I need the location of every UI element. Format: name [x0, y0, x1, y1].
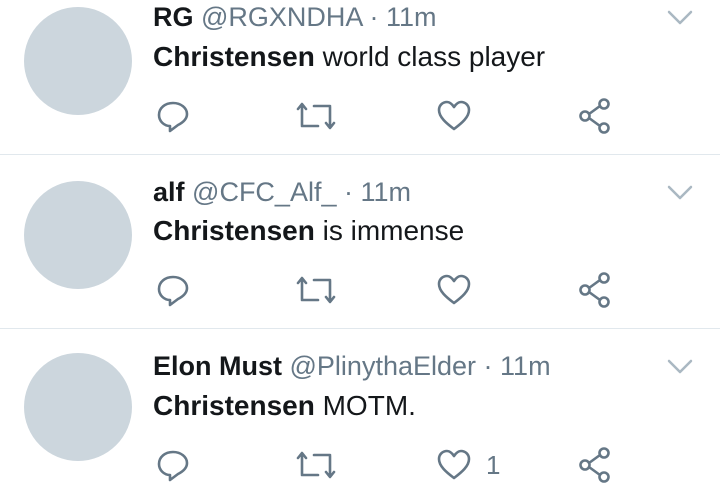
chevron-down-icon[interactable]	[664, 2, 696, 34]
separator: ·	[344, 177, 353, 207]
separator: ·	[369, 2, 379, 32]
chevron-down-icon[interactable]	[664, 351, 696, 383]
display-name[interactable]: alf	[153, 177, 185, 207]
tweet-text-rest: world class player	[314, 41, 546, 72]
tweet-feed: RG @RGXNDHA · 11m Christensen world clas…	[0, 0, 720, 498]
like-button[interactable]	[436, 96, 486, 136]
like-button[interactable]: 1	[436, 445, 500, 485]
tweet-text: Christensen is immense	[153, 214, 464, 248]
retweet-icon	[296, 99, 336, 133]
tweet[interactable]: RG @RGXNDHA · 11m Christensen world clas…	[0, 0, 720, 154]
like-count: 1	[486, 449, 501, 480]
reply-button[interactable]	[156, 96, 190, 136]
tweet[interactable]: alf @CFC_Alf_ · 11m Christensen is immen…	[0, 155, 720, 328]
share-button[interactable]	[578, 270, 612, 310]
retweet-button[interactable]	[296, 270, 336, 310]
tweet-actions	[0, 270, 720, 310]
tweet[interactable]: Elon Must @PlinythaElder · 11m Christens…	[0, 329, 720, 498]
tweet-text-bold: Christensen	[153, 390, 315, 421]
tweet-actions	[0, 96, 720, 136]
user-handle[interactable]: @PlinythaElder	[290, 351, 477, 381]
like-button[interactable]	[436, 270, 486, 310]
retweet-icon	[296, 448, 336, 482]
reply-icon	[156, 273, 190, 307]
retweet-icon	[296, 273, 336, 307]
separator: ·	[483, 351, 493, 381]
heart-icon	[436, 273, 472, 307]
tweet-actions: 1	[0, 445, 720, 485]
share-button[interactable]	[578, 445, 612, 485]
tweet-text: Christensen MOTM.	[153, 389, 416, 423]
timestamp[interactable]: 11m	[361, 177, 412, 207]
share-icon	[578, 446, 612, 484]
tweet-header: alf @CFC_Alf_ · 11m	[153, 175, 411, 209]
timestamp[interactable]: 11m	[500, 351, 551, 381]
tweet-text-bold: Christensen	[153, 215, 315, 246]
reply-icon	[156, 448, 190, 482]
tweet-header: Elon Must @PlinythaElder · 11m	[153, 349, 551, 383]
display-name[interactable]: Elon Must	[153, 351, 282, 381]
heart-icon	[436, 99, 472, 133]
reply-icon	[156, 99, 190, 133]
share-icon	[578, 271, 612, 309]
user-handle[interactable]: @CFC_Alf_	[192, 177, 336, 207]
share-button[interactable]	[578, 96, 612, 136]
tweet-text-rest: MOTM.	[314, 390, 416, 421]
display-name[interactable]: RG	[153, 2, 194, 32]
heart-icon	[436, 448, 472, 482]
timestamp[interactable]: 11m	[386, 2, 437, 32]
retweet-button[interactable]	[296, 96, 336, 136]
chevron-down-icon[interactable]	[664, 177, 696, 209]
tweet-text-bold: Christensen	[153, 41, 315, 72]
retweet-button[interactable]	[296, 445, 336, 485]
user-handle[interactable]: @RGXNDHA	[201, 2, 362, 32]
tweet-text: Christensen world class player	[153, 40, 545, 74]
reply-button[interactable]	[156, 270, 190, 310]
share-icon	[578, 97, 612, 135]
tweet-header: RG @RGXNDHA · 11m	[153, 0, 437, 34]
reply-button[interactable]	[156, 445, 190, 485]
tweet-text-rest: is immense	[314, 215, 465, 246]
